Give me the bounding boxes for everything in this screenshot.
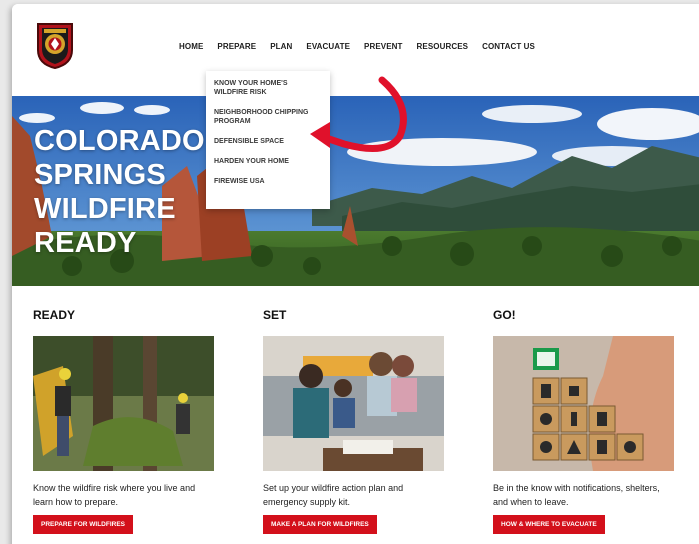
- fire-department-logo-icon[interactable]: [34, 20, 76, 70]
- hero-title: COLORADO SPRINGS WILDFIRE READY: [34, 124, 205, 260]
- set-column: SET Set up your wildfire action plan and…: [263, 308, 445, 534]
- nav-prepare[interactable]: PREPARE: [210, 42, 263, 51]
- set-heading: SET: [263, 308, 287, 322]
- go-column: GO! Be in the know with notifications, s…: [493, 308, 675, 534]
- hero-title-line: SPRINGS: [34, 159, 166, 191]
- hero-title-line: READY: [34, 227, 137, 259]
- go-description: Be in the know with notifications, shelt…: [493, 483, 660, 507]
- main-nav: HOME PREPARE PLAN EVACUATE PREVENT RESOU…: [172, 42, 542, 51]
- go-heading: GO!: [493, 308, 516, 322]
- go-image: [493, 336, 674, 471]
- hero-title-line: COLORADO: [34, 125, 205, 157]
- set-description: Set up your wildfire action plan and eme…: [263, 483, 404, 507]
- ready-heading: READY: [33, 308, 76, 322]
- ready-description: Know the wildfire risk where you live an…: [33, 483, 196, 507]
- hero-title-line: WILDFIRE: [34, 193, 176, 225]
- dropdown-item-firewise[interactable]: FIREWISE USA: [214, 177, 322, 186]
- nav-plan[interactable]: PLAN: [263, 42, 299, 51]
- set-image: [263, 336, 444, 471]
- page: HOME PREPARE PLAN EVACUATE PREVENT RESOU…: [12, 4, 699, 544]
- nav-evacuate[interactable]: EVACUATE: [299, 42, 357, 51]
- curved-arrow-icon: [304, 76, 424, 166]
- nav-contact-us[interactable]: CONTACT US: [475, 42, 542, 51]
- nav-prevent[interactable]: PREVENT: [357, 42, 410, 51]
- evacuate-button[interactable]: HOW & WHERE TO EVACUATE: [493, 515, 605, 534]
- make-a-plan-button[interactable]: MAKE A PLAN FOR WILDFIRES: [263, 515, 377, 534]
- nav-home[interactable]: HOME: [172, 42, 210, 51]
- nav-resources[interactable]: RESOURCES: [410, 42, 476, 51]
- ready-image: [33, 336, 214, 471]
- ready-column: READY Know the wildfire risk where you l…: [33, 308, 215, 534]
- prepare-for-wildfires-button[interactable]: PREPARE FOR WILDFIRES: [33, 515, 134, 534]
